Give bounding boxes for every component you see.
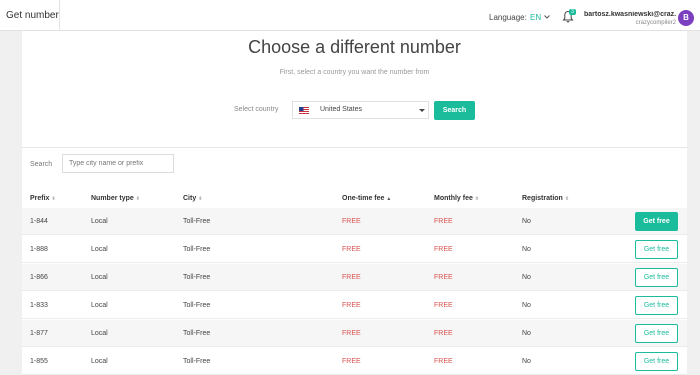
- cell-city: Toll-Free: [183, 274, 211, 281]
- sort-icon: ⬍: [564, 196, 570, 202]
- user-subtitle: crazycompiler2: [635, 20, 676, 26]
- cell-city: Toll-Free: [183, 358, 211, 365]
- country-select[interactable]: United States: [292, 101, 429, 119]
- cell-prefix: 1-855: [30, 358, 48, 365]
- table-header: Prefix ⬍ Number type ⬍ City ⬍ One-time fee ▲…: [22, 190, 687, 208]
- search-input[interactable]: [62, 154, 174, 173]
- table-row: 1-877 Local Toll-Free FREE FREE No Get f…: [22, 320, 687, 347]
- cell-number-type: Local: [91, 330, 108, 337]
- top-bar: Get number Language: EN 3 bartosz.kwasni…: [0, 0, 700, 31]
- sort-icon: ⬍: [198, 196, 203, 202]
- sort-icon: ⬍: [474, 196, 480, 202]
- sort-icon: ▲: [386, 196, 392, 202]
- cell-monthly-fee: FREE: [434, 274, 453, 281]
- cell-number-type: Local: [91, 218, 108, 225]
- get-free-button[interactable]: Get free: [635, 324, 678, 343]
- cell-number-type: Local: [91, 274, 108, 281]
- table-row: 1-855 Local Toll-Free FREE FREE No Get f…: [22, 348, 687, 375]
- cell-registration: No: [522, 274, 531, 281]
- cell-monthly-fee: FREE: [434, 302, 453, 309]
- cell-registration: No: [522, 246, 531, 253]
- language-label: Language:: [489, 13, 527, 22]
- column-header-city[interactable]: City ⬍: [183, 195, 202, 202]
- cell-registration: No: [522, 330, 531, 337]
- column-header-prefix[interactable]: Prefix ⬍: [30, 195, 56, 202]
- cell-registration: No: [522, 302, 531, 309]
- column-header-registration[interactable]: Registration ⬍: [522, 195, 569, 202]
- cell-number-type: Local: [91, 302, 108, 309]
- cell-monthly-fee: FREE: [434, 358, 453, 365]
- cell-city: Toll-Free: [183, 246, 211, 253]
- cell-city: Toll-Free: [183, 218, 211, 225]
- table-row: 1-833 Local Toll-Free FREE FREE No Get f…: [22, 292, 687, 319]
- app-title: Get number: [0, 0, 60, 31]
- chevron-down-icon[interactable]: [543, 12, 551, 22]
- country-label: Select country: [234, 106, 279, 113]
- search-button[interactable]: Search: [434, 101, 475, 120]
- cell-registration: No: [522, 218, 531, 225]
- table-row: 1-866 Local Toll-Free FREE FREE No Get f…: [22, 264, 687, 291]
- cell-monthly-fee: FREE: [434, 218, 453, 225]
- table-row: 1-888 Local Toll-Free FREE FREE No Get f…: [22, 236, 687, 263]
- cell-one-time-fee: FREE: [342, 246, 361, 253]
- column-header-number-type[interactable]: Number type ⬍: [91, 195, 140, 202]
- cell-prefix: 1-844: [30, 218, 48, 225]
- sort-icon: ⬍: [135, 196, 140, 202]
- language-selector[interactable]: EN: [530, 13, 541, 22]
- cell-registration: No: [522, 358, 531, 365]
- cell-city: Toll-Free: [183, 302, 211, 309]
- cell-prefix: 1-866: [30, 274, 48, 281]
- cell-prefix: 1-833: [30, 302, 48, 309]
- cell-monthly-fee: FREE: [434, 330, 453, 337]
- column-header-one-time-fee[interactable]: One-time fee ▲: [342, 195, 391, 202]
- cell-one-time-fee: FREE: [342, 330, 361, 337]
- get-free-button[interactable]: Get free: [635, 240, 678, 259]
- get-free-button[interactable]: Get free: [635, 212, 678, 231]
- cell-city: Toll-Free: [183, 330, 211, 337]
- get-free-button[interactable]: Get free: [635, 268, 678, 287]
- cell-monthly-fee: FREE: [434, 246, 453, 253]
- country-picker-card: Choose a different number First, select …: [22, 31, 687, 147]
- cell-number-type: Local: [91, 246, 108, 253]
- cell-one-time-fee: FREE: [342, 358, 361, 365]
- page-subtitle: First, select a country you want the num…: [279, 69, 430, 76]
- country-value: United States: [320, 106, 363, 113]
- us-flag-icon: [299, 107, 309, 114]
- get-free-button[interactable]: Get free: [635, 296, 678, 315]
- page-title: Choose a different number: [248, 37, 461, 57]
- table-row: 1-844 Local Toll-Free FREE FREE No Get f…: [22, 208, 687, 235]
- avatar[interactable]: B: [678, 10, 694, 26]
- sort-icon: ⬍: [51, 196, 56, 202]
- cell-one-time-fee: FREE: [342, 274, 361, 281]
- cell-prefix: 1-877: [30, 330, 48, 337]
- caret-down-icon: [419, 109, 425, 112]
- notification-badge: 3: [569, 9, 576, 15]
- user-email[interactable]: bartosz.kwasniewski@craz...: [584, 11, 676, 18]
- column-header-monthly-fee[interactable]: Monthly fee ⬍: [434, 195, 479, 202]
- get-free-button[interactable]: Get free: [635, 352, 678, 371]
- cell-one-time-fee: FREE: [342, 218, 361, 225]
- table-search-label: Search: [30, 161, 53, 168]
- cell-number-type: Local: [91, 358, 108, 365]
- numbers-panel: Search Prefix⬍ Number type⬍ City⬍ One-ti…: [22, 147, 687, 375]
- cell-one-time-fee: FREE: [342, 302, 361, 309]
- cell-prefix: 1-888: [30, 246, 48, 253]
